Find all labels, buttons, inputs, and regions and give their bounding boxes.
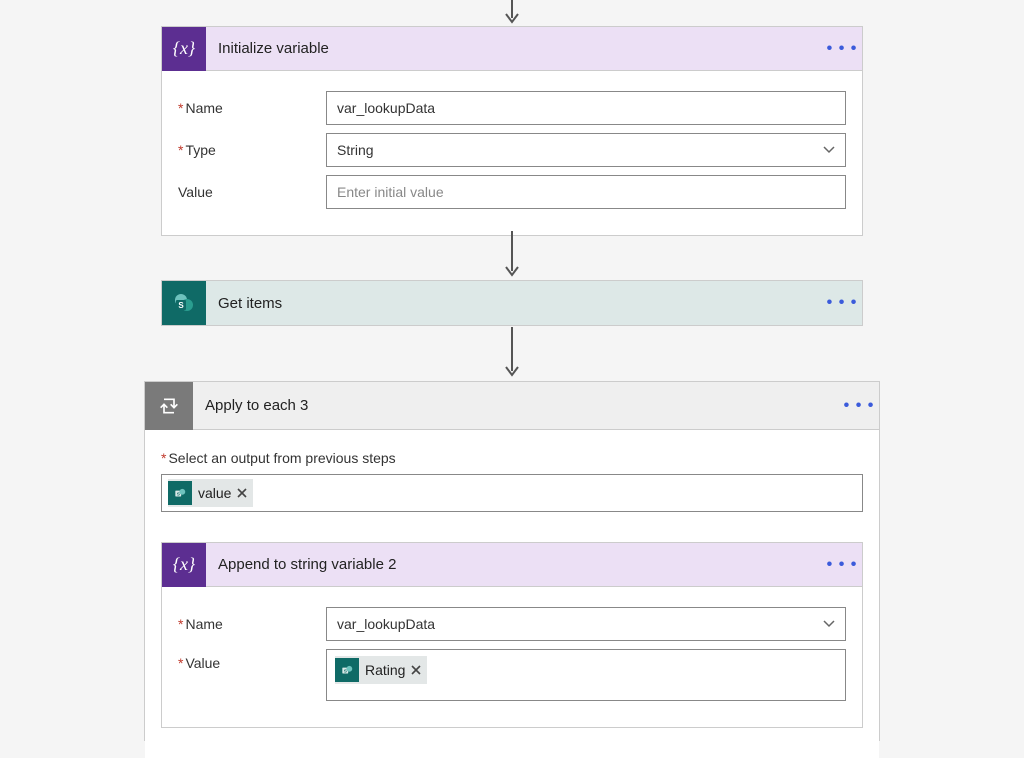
chevron-down-icon xyxy=(823,617,835,631)
card-title: Get items xyxy=(206,295,822,312)
sharepoint-icon: S xyxy=(168,481,192,505)
connector-arrow xyxy=(504,327,520,377)
value-input[interactable]: Enter initial value xyxy=(326,175,846,209)
card-title: Append to string variable 2 xyxy=(206,556,822,573)
variable-icon: {x} xyxy=(162,543,206,587)
field-label-name: *Name xyxy=(178,100,326,116)
card-header[interactable]: {x} Initialize variable • • • xyxy=(162,27,862,71)
connector-arrow xyxy=(504,0,520,24)
card-header[interactable]: S Get items • • • xyxy=(162,281,862,325)
dynamic-token-rating[interactable]: S Rating xyxy=(335,656,427,684)
token-label: Rating xyxy=(365,662,405,678)
card-title: Initialize variable xyxy=(206,40,822,57)
more-options-button[interactable]: • • • xyxy=(822,556,862,574)
card-body: *Name var_lookupData *Type String Value … xyxy=(162,71,862,235)
svg-text:S: S xyxy=(178,301,184,310)
sharepoint-icon: S xyxy=(162,281,206,325)
svg-text:S: S xyxy=(344,668,347,673)
output-token-input[interactable]: S value xyxy=(161,474,863,512)
more-options-button[interactable]: • • • xyxy=(822,294,862,312)
name-select[interactable]: var_lookupData xyxy=(326,607,846,641)
connector-arrow xyxy=(504,231,520,277)
dynamic-token-value[interactable]: S value xyxy=(168,479,253,507)
type-select[interactable]: String xyxy=(326,133,846,167)
svg-text:S: S xyxy=(177,491,180,496)
name-input[interactable]: var_lookupData xyxy=(326,91,846,125)
token-label: value xyxy=(198,485,231,501)
field-label-value: Value xyxy=(178,184,326,200)
value-input[interactable]: S Rating xyxy=(326,649,846,701)
action-initialize-variable[interactable]: {x} Initialize variable • • • *Name var_… xyxy=(161,26,863,236)
action-apply-to-each[interactable]: Apply to each 3 • • • *Select an output … xyxy=(144,381,880,741)
card-title: Apply to each 3 xyxy=(193,397,839,414)
card-header[interactable]: {x} Append to string variable 2 • • • xyxy=(162,543,862,587)
field-label-type: *Type xyxy=(178,142,326,158)
more-options-button[interactable]: • • • xyxy=(822,40,862,58)
loop-icon xyxy=(145,382,193,430)
card-body: *Select an output from previous steps S … xyxy=(145,430,879,758)
variable-icon: {x} xyxy=(162,27,206,71)
chevron-down-icon xyxy=(823,143,835,157)
card-body: *Name var_lookupData *Value xyxy=(162,587,862,727)
output-label: *Select an output from previous steps xyxy=(161,450,863,466)
field-label-value: *Value xyxy=(178,649,326,671)
remove-token-button[interactable] xyxy=(411,662,421,678)
card-header[interactable]: Apply to each 3 • • • xyxy=(145,382,879,430)
more-options-button[interactable]: • • • xyxy=(839,397,879,415)
action-append-to-string-variable[interactable]: {x} Append to string variable 2 • • • *N… xyxy=(161,542,863,728)
field-label-name: *Name xyxy=(178,616,326,632)
action-get-items[interactable]: S Get items • • • xyxy=(161,280,863,326)
sharepoint-icon: S xyxy=(335,658,359,682)
remove-token-button[interactable] xyxy=(237,485,247,501)
